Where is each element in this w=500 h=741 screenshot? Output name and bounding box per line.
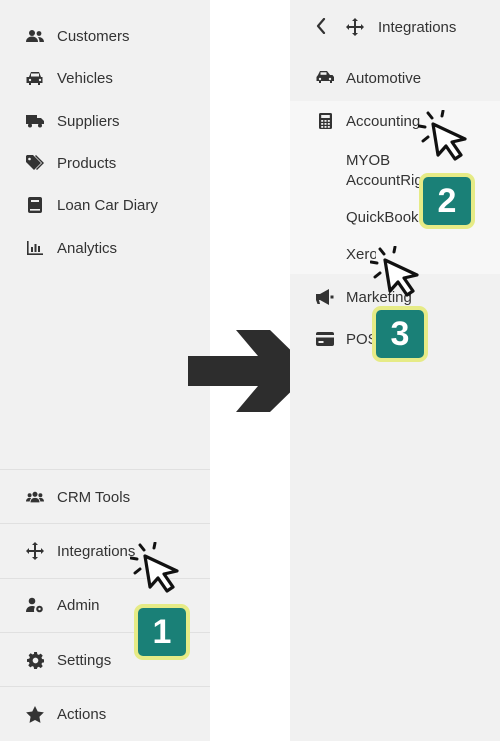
book-icon bbox=[26, 196, 44, 214]
sidebar-item-label: Loan Car Diary bbox=[57, 196, 158, 214]
sidebar-item-label: Settings bbox=[57, 651, 112, 669]
chart-bar-icon bbox=[26, 239, 44, 257]
sidebar-item-label: Products bbox=[57, 154, 117, 172]
sidebar-item-label: CRM Tools bbox=[57, 488, 131, 506]
menu-item-label: Automotive bbox=[346, 69, 422, 87]
calculator-icon bbox=[316, 112, 334, 130]
credit-card-icon bbox=[316, 330, 334, 348]
users-icon bbox=[26, 27, 44, 45]
megaphone-icon bbox=[316, 288, 334, 306]
sidebar-item-actions[interactable]: Actions bbox=[0, 694, 210, 734]
click-cursor-icon bbox=[130, 542, 179, 593]
sidebar-item-label: Integrations bbox=[57, 542, 136, 560]
sidebar-item-analytics[interactable]: Analytics bbox=[0, 228, 210, 268]
sidebar-item-loan-car-diary[interactable]: Loan Car Diary bbox=[0, 185, 210, 225]
step-badge-1: 1 bbox=[134, 604, 190, 660]
divider bbox=[0, 686, 210, 687]
sidebar-item-label: Suppliers bbox=[57, 112, 120, 130]
star-icon bbox=[26, 705, 44, 723]
submenu-item-quickbooks[interactable]: QuickBooks bbox=[346, 208, 426, 228]
menu-item-label: Accounting bbox=[346, 112, 421, 130]
click-cursor-icon bbox=[370, 246, 419, 297]
step-badge-3: 3 bbox=[372, 306, 428, 362]
car-side-icon bbox=[316, 69, 334, 87]
menu-item-automotive[interactable]: Automotive bbox=[290, 59, 500, 97]
back-chevron-icon[interactable] bbox=[316, 17, 326, 39]
sidebar-item-crm-tools[interactable]: CRM Tools bbox=[0, 477, 210, 517]
divider bbox=[0, 469, 210, 470]
divider bbox=[0, 523, 210, 524]
user-cog-icon bbox=[26, 596, 44, 614]
sidebar-item-products[interactable]: Products bbox=[0, 143, 210, 183]
step-badge-2: 2 bbox=[419, 173, 475, 229]
sidebar-item-label: Admin bbox=[57, 596, 100, 614]
sidebar-item-suppliers[interactable]: Suppliers bbox=[0, 101, 210, 141]
sidebar-item-label: Actions bbox=[57, 705, 107, 723]
panel-title: Integrations bbox=[378, 18, 457, 36]
click-cursor-icon bbox=[418, 110, 467, 161]
sidebar-item-label: Customers bbox=[57, 27, 130, 45]
sidebar-item-label: Analytics bbox=[57, 239, 118, 257]
sidebar-item-vehicles[interactable]: Vehicles bbox=[0, 58, 210, 98]
gear-icon bbox=[26, 651, 44, 669]
users-group-icon bbox=[26, 488, 44, 506]
panel-header: Integrations bbox=[290, 8, 500, 46]
arrows-move-icon bbox=[26, 542, 44, 560]
tags-icon bbox=[26, 154, 44, 172]
arrows-move-icon bbox=[346, 18, 364, 41]
sidebar-item-customers[interactable]: Customers bbox=[0, 16, 210, 56]
car-icon bbox=[26, 69, 44, 87]
truck-icon bbox=[26, 112, 44, 130]
sidebar-item-label: Vehicles bbox=[57, 69, 113, 87]
